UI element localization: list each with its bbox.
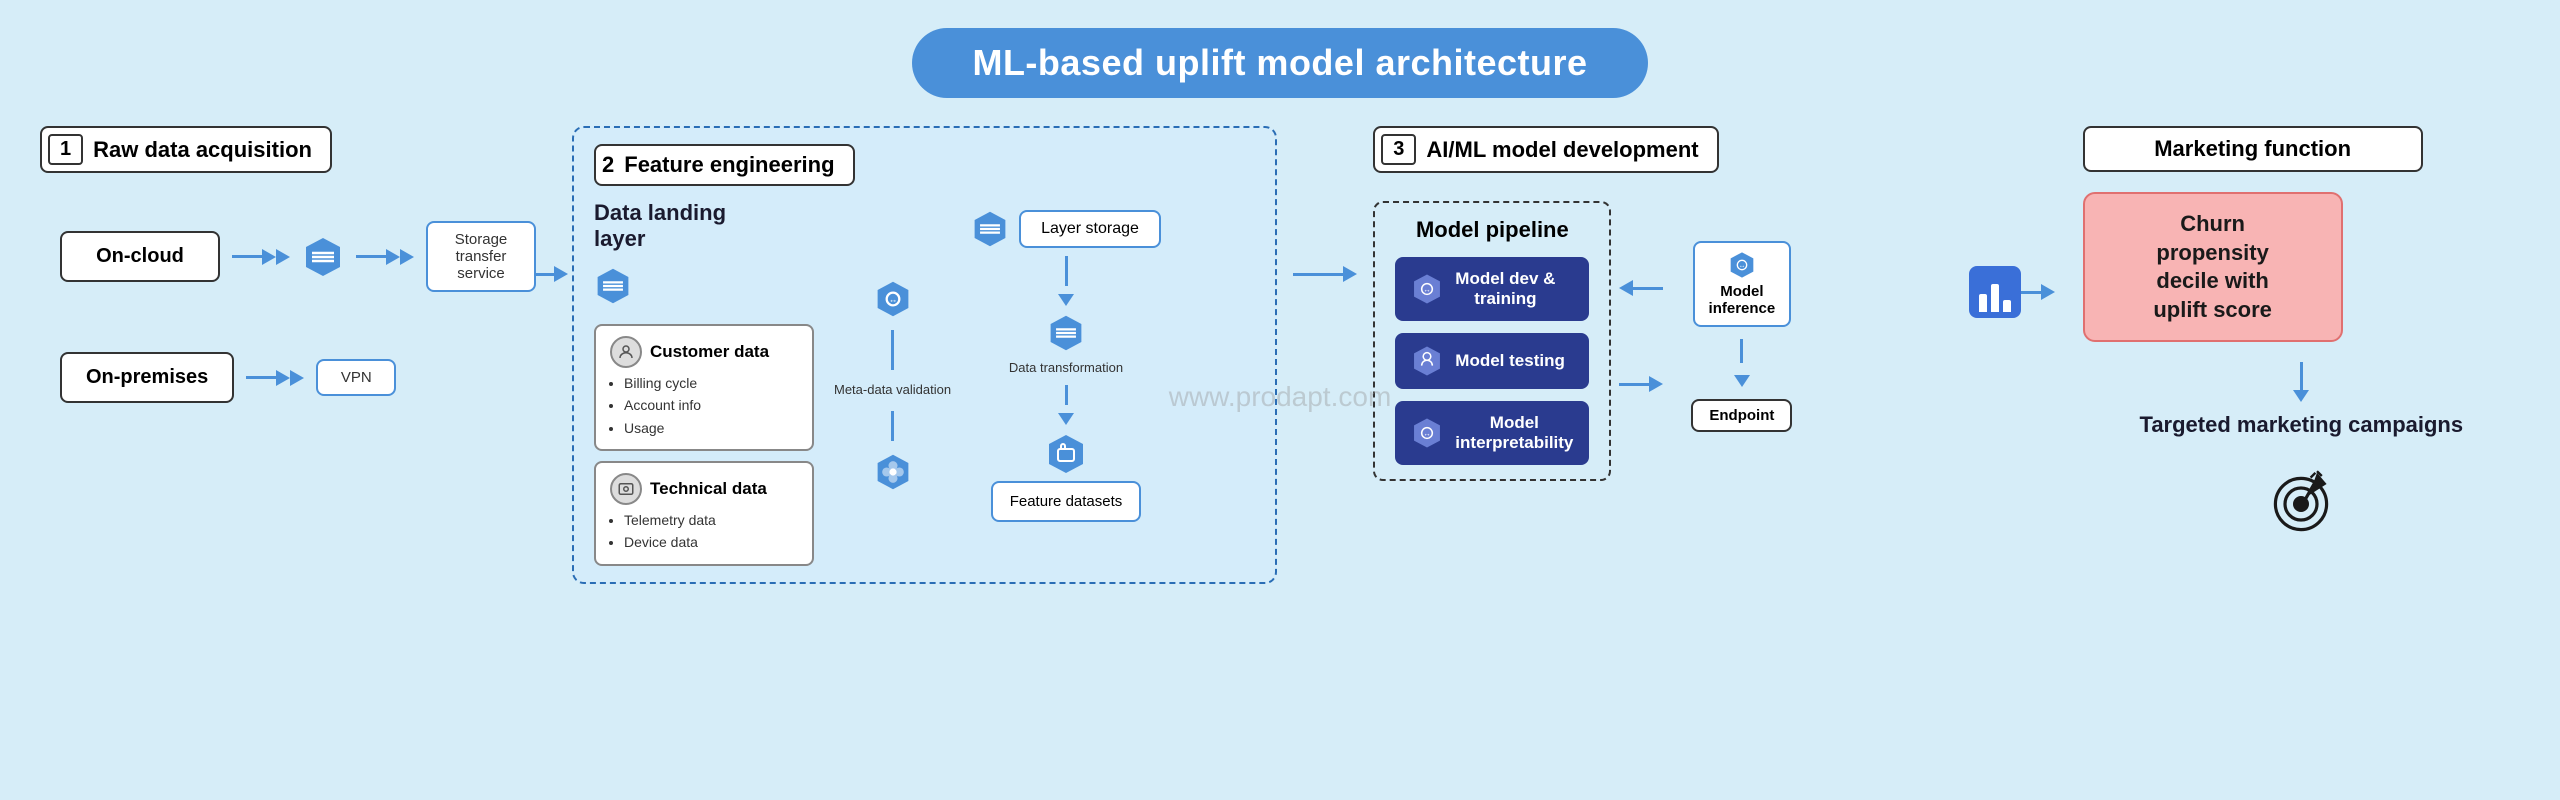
title-container: ML-based uplift model architecture xyxy=(0,0,2560,98)
validation-hex-icon: ↔ xyxy=(874,280,912,318)
step1-hex-icon: ↔ xyxy=(1411,273,1443,305)
source-row-premises: On-premises VPN xyxy=(60,352,536,403)
section-3-header: 3 AI/ML model development xyxy=(1373,126,1718,173)
target-icon xyxy=(2261,460,2341,540)
section-3-label: AI/ML model development xyxy=(1426,137,1698,163)
fe-right: Layer storage Data transformation xyxy=(971,200,1161,522)
landing-title: Data landing layer xyxy=(594,200,814,253)
main-title: ML-based uplift model architecture xyxy=(912,28,1647,98)
bar-chart-icon xyxy=(1969,266,2021,318)
transform-icon xyxy=(874,453,912,491)
right-arrow-inference xyxy=(1619,376,1663,392)
data-landing: Data landing layer xyxy=(594,200,814,566)
pipeline-and-inference: Model pipeline ↔ Model dev & training xyxy=(1373,191,1792,481)
section-3-num: 3 xyxy=(1381,134,1416,165)
inference-label: Model inference xyxy=(1709,283,1776,317)
section-1-header: 1 Raw data acquisition xyxy=(40,126,332,173)
svg-text:↔: ↔ xyxy=(1423,285,1431,294)
target-icon-container xyxy=(2083,460,2520,540)
diagram-container: 1 Raw data acquisition On-cloud xyxy=(0,126,2560,800)
v-connector-1 xyxy=(891,330,894,370)
section-3: 3 AI/ML model development Model pipeline… xyxy=(1363,126,1960,481)
storage-hex-icon xyxy=(302,236,344,278)
source-row-cloud: On-cloud St xyxy=(60,221,536,292)
inference-icon: ↔ xyxy=(1728,251,1756,279)
inference-box: ↔ Model inference xyxy=(1693,241,1792,327)
cloud-arrow xyxy=(232,249,290,265)
layer-storage-row: Layer storage xyxy=(971,210,1161,248)
churn-to-targeted-arrow xyxy=(2083,362,2520,402)
on-cloud-box: On-cloud xyxy=(60,231,220,282)
section-2: 2 Feature engineering Data landing layer xyxy=(572,126,1277,584)
customer-data-icon xyxy=(610,336,642,368)
customer-data-items: Billing cycle Account info Usage xyxy=(610,372,798,439)
section-2-num: 2 xyxy=(602,152,614,178)
layer-storage-box: Layer storage xyxy=(1019,210,1161,248)
transform-hex-icon xyxy=(1047,314,1085,352)
svg-text:↔: ↔ xyxy=(888,295,897,305)
customer-data-title: Customer data xyxy=(610,336,798,368)
section-marketing: Marketing function Churn propensity deci… xyxy=(2063,126,2520,540)
pipeline-step-training: ↔ Model dev & training xyxy=(1395,257,1589,321)
svg-text:↔: ↔ xyxy=(1739,262,1746,269)
vpn-box: VPN xyxy=(316,359,396,396)
arrow-down-head xyxy=(1058,294,1074,306)
section-1: 1 Raw data acquisition On-cloud xyxy=(40,126,500,403)
section-1-label: Raw data acquisition xyxy=(93,137,312,163)
customer-data-card: Customer data Billing cycle Account info… xyxy=(594,324,814,451)
marketing-header: Marketing function xyxy=(2083,126,2423,172)
section-2-label: Feature engineering xyxy=(624,152,834,178)
feature-hex-icon xyxy=(1045,433,1087,475)
feature-datasets-container: Feature datasets xyxy=(991,433,1141,522)
v-conn-3 xyxy=(1065,256,1068,286)
svg-text:↔: ↔ xyxy=(1423,429,1431,438)
pipeline-title: Model pipeline xyxy=(1395,217,1589,243)
feature-datasets-box: Feature datasets xyxy=(991,481,1141,522)
technical-data-card: Technical data Telemetry data Device dat… xyxy=(594,461,814,566)
model-pipeline: Model pipeline ↔ Model dev & training xyxy=(1373,201,1611,481)
pipeline-step-interpretability: ↔ Model interpretability xyxy=(1395,401,1589,465)
section-2-header: 2 Feature engineering xyxy=(594,144,855,186)
technical-data-title: Technical data xyxy=(610,473,798,505)
section-1-num: 1 xyxy=(48,134,83,165)
transformation-label: Data transformation xyxy=(1009,360,1123,377)
pipeline-step-testing: Model testing xyxy=(1395,333,1589,389)
validation-label: Meta-data validation xyxy=(834,382,951,399)
targeted-label: Targeted marketing campaigns xyxy=(2083,412,2520,438)
v-connector-2 xyxy=(891,411,894,441)
layer-hex-icon xyxy=(971,210,1009,248)
churn-box: Churn propensity decile with uplift scor… xyxy=(2083,192,2343,342)
step3-hex-icon: ↔ xyxy=(1411,417,1443,449)
inference-area: ↔ Model inference Endpoint xyxy=(1691,241,1792,432)
arrow-3-marketing xyxy=(1961,266,2063,318)
section-2-inner: Data landing layer xyxy=(594,200,1255,566)
on-premises-box: On-premises xyxy=(60,352,234,403)
technical-data-icon xyxy=(610,473,642,505)
technical-data-items: Telemetry data Device data xyxy=(610,509,798,554)
v-conn-4 xyxy=(1065,385,1068,405)
arrow-down-head-2 xyxy=(1058,413,1074,425)
arrow-2-3 xyxy=(1287,266,1363,282)
storage-transfer-box: Storage transfer service xyxy=(426,221,536,292)
fe-middle: ↔ Meta-data validation xyxy=(834,200,951,491)
pipeline-to-inference-arrows xyxy=(1611,280,1671,392)
source-boxes: On-cloud St xyxy=(60,221,536,403)
endpoint-box: Endpoint xyxy=(1691,399,1792,432)
premises-arrow xyxy=(246,370,304,386)
step2-hex-icon xyxy=(1411,345,1443,377)
left-arrow-inference xyxy=(1619,280,1663,296)
pipeline-steps: ↔ Model dev & training Model testing xyxy=(1395,257,1589,465)
landing-hex xyxy=(594,267,814,310)
hex-arrow xyxy=(356,249,414,265)
